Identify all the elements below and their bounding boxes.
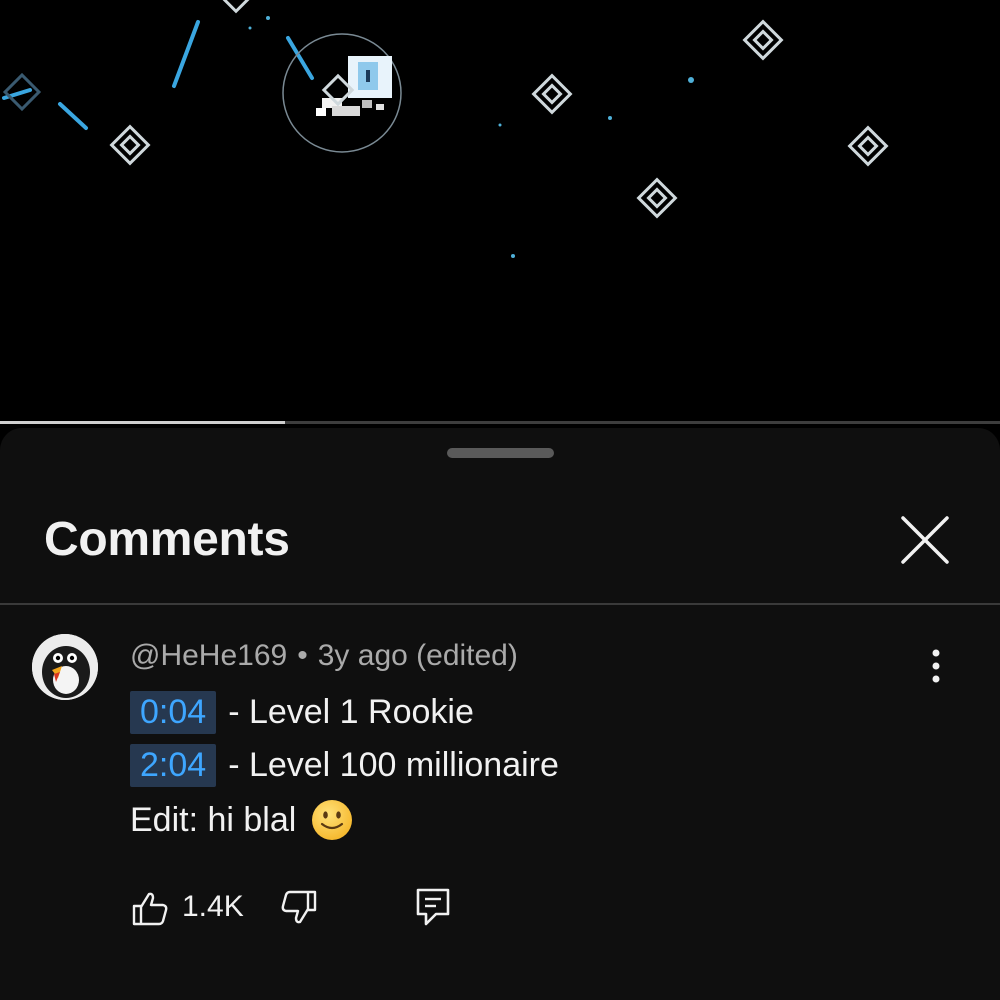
more-options-button[interactable] bbox=[918, 644, 954, 688]
comment-edit-text: Edit: hi blal bbox=[130, 800, 297, 839]
comment-meta: @HeHe169 • 3y ago (edited) bbox=[130, 639, 518, 673]
more-vertical-icon bbox=[932, 649, 940, 683]
comment-line: Edit: hi blal bbox=[130, 798, 354, 842]
timestamp-link[interactable]: 0:04 bbox=[130, 691, 217, 734]
avatar[interactable] bbox=[32, 634, 98, 700]
comment-author[interactable]: @HeHe169 bbox=[130, 639, 287, 672]
thumbs-up-icon bbox=[132, 892, 168, 926]
comment-line: 2:04 - Level 100 millionaire bbox=[130, 744, 559, 787]
drag-handle[interactable] bbox=[447, 448, 554, 458]
like-count: 1.4K bbox=[182, 890, 244, 923]
comments-title: Comments bbox=[44, 513, 290, 566]
comment-text: - Level 100 millionaire bbox=[228, 746, 559, 784]
close-icon bbox=[901, 516, 949, 564]
thumbs-down-icon bbox=[281, 890, 317, 924]
timestamp-link[interactable]: 2:04 bbox=[130, 744, 217, 787]
diamond-obstacles bbox=[2, 0, 889, 219]
app-screen: Comments @HeHe169 • 3y ago (edited) 0:04… bbox=[0, 0, 1000, 1000]
comments-sheet: Comments @HeHe169 • 3y ago (edited) 0:04… bbox=[0, 428, 1000, 1000]
video-progress-bar[interactable] bbox=[0, 421, 1000, 424]
blue-streaks bbox=[2, 20, 314, 130]
video-player[interactable] bbox=[0, 0, 1000, 424]
penguin-avatar-icon bbox=[32, 634, 98, 700]
game-scene bbox=[2, 0, 889, 258]
comment-age: 3y ago (edited) bbox=[317, 639, 518, 672]
reply-button[interactable] bbox=[414, 886, 452, 928]
comment-text: - Level 1 Rookie bbox=[228, 693, 474, 731]
reply-icon bbox=[416, 888, 450, 926]
dislike-button[interactable] bbox=[279, 888, 319, 928]
video-progress-fill bbox=[0, 421, 285, 424]
like-button[interactable] bbox=[130, 888, 170, 928]
comment-line: 0:04 - Level 1 Rookie bbox=[130, 691, 474, 734]
close-button[interactable] bbox=[893, 508, 957, 572]
header-divider bbox=[0, 603, 1000, 605]
smiling-face-emoji-icon bbox=[312, 800, 353, 840]
meta-separator: • bbox=[297, 639, 308, 672]
particles bbox=[248, 16, 694, 258]
